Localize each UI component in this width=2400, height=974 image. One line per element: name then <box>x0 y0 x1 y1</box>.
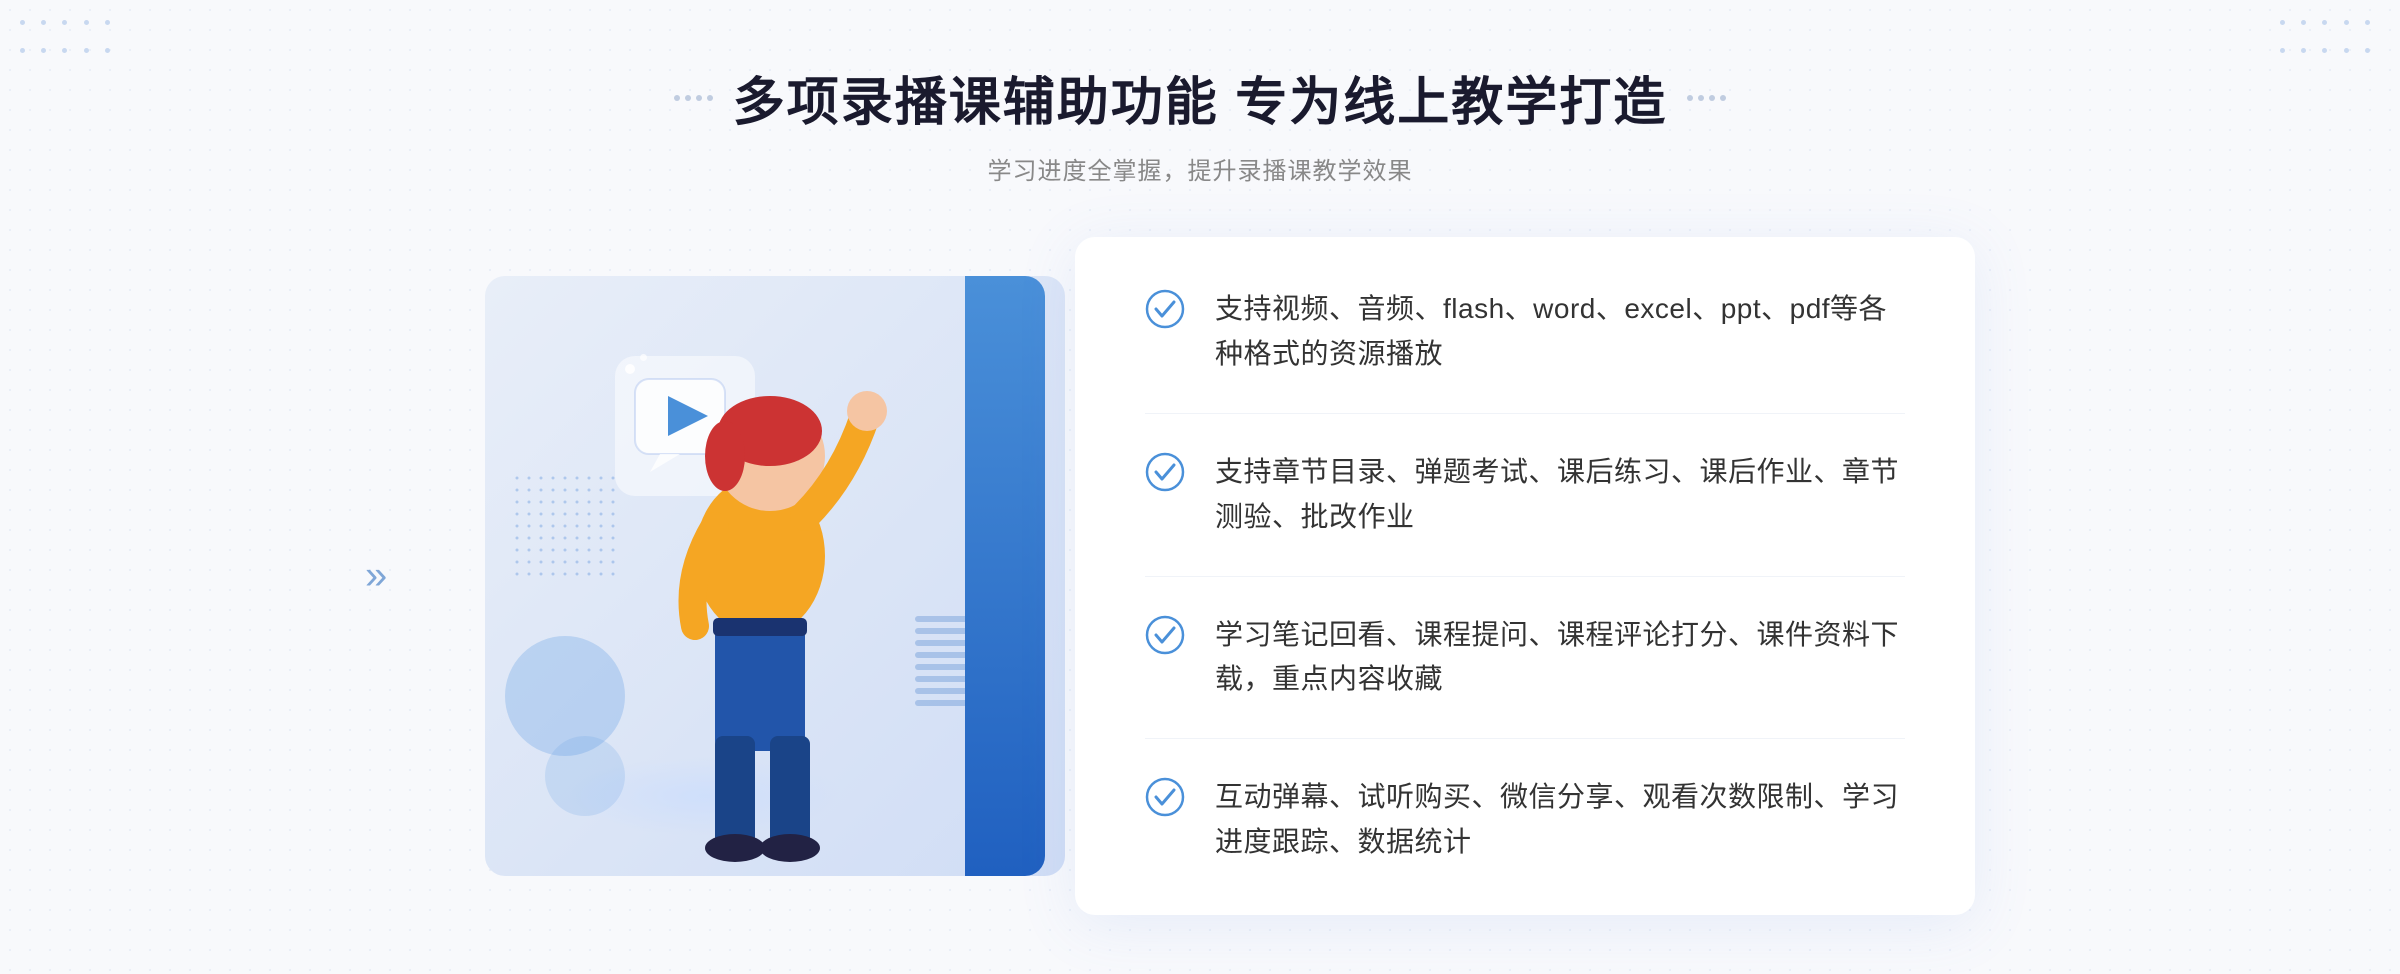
features-panel: 支持视频、音频、flash、word、excel、ppt、pdf等各种格式的资源… <box>1075 237 1975 914</box>
check-icon-1 <box>1145 289 1185 329</box>
header-section: 多项录播课辅助功能 专为线上教学打造 学习进度全掌握，提升录播课教学效果 <box>674 60 1726 186</box>
dot-grid-svg <box>515 476 615 576</box>
feature-text-1: 支持视频、音频、flash、word、excel、ppt、pdf等各种格式的资源… <box>1215 287 1905 377</box>
corner-dots-top-right <box>2280 20 2380 70</box>
blue-sidebar-bar <box>965 276 1045 876</box>
page-container: 多项录播课辅助功能 专为线上教学打造 学习进度全掌握，提升录播课教学效果 » <box>0 0 2400 974</box>
illustration-wrapper: » <box>425 236 1105 916</box>
feature-text-3: 学习笔记回看、课程提问、课程评论打分、课件资料下载，重点内容收藏 <box>1215 613 1905 703</box>
feature-item-3: 学习笔记回看、课程提问、课程评论打分、课件资料下载，重点内容收藏 <box>1145 577 1905 740</box>
chevron-left-icon: » <box>365 554 387 599</box>
page-title: 多项录播课辅助功能 专为线上教学打造 <box>733 60 1667 135</box>
check-icon-4 <box>1145 777 1185 817</box>
page-subtitle: 学习进度全掌握，提升录播课教学效果 <box>674 151 1726 186</box>
check-icon-3 <box>1145 615 1185 655</box>
content-section: » <box>400 236 2000 916</box>
title-row: 多项录播课辅助功能 专为线上教学打造 <box>674 60 1726 135</box>
person-illustration <box>605 356 925 876</box>
title-dots-right <box>1687 95 1726 101</box>
feature-item-4: 互动弹幕、试听购买、微信分享、观看次数限制、学习进度跟踪、数据统计 <box>1145 739 1905 865</box>
title-dots-left <box>674 95 713 101</box>
feature-item-2: 支持章节目录、弹题考试、课后练习、课后作业、章节测验、批改作业 <box>1145 414 1905 577</box>
check-icon-2 <box>1145 452 1185 492</box>
feature-text-2: 支持章节目录、弹题考试、课后练习、课后作业、章节测验、批改作业 <box>1215 450 1905 540</box>
corner-dots-top-left <box>20 20 120 70</box>
feature-item-1: 支持视频、音频、flash、word、excel、ppt、pdf等各种格式的资源… <box>1145 287 1905 414</box>
feature-text-4: 互动弹幕、试听购买、微信分享、观看次数限制、学习进度跟踪、数据统计 <box>1215 775 1905 865</box>
